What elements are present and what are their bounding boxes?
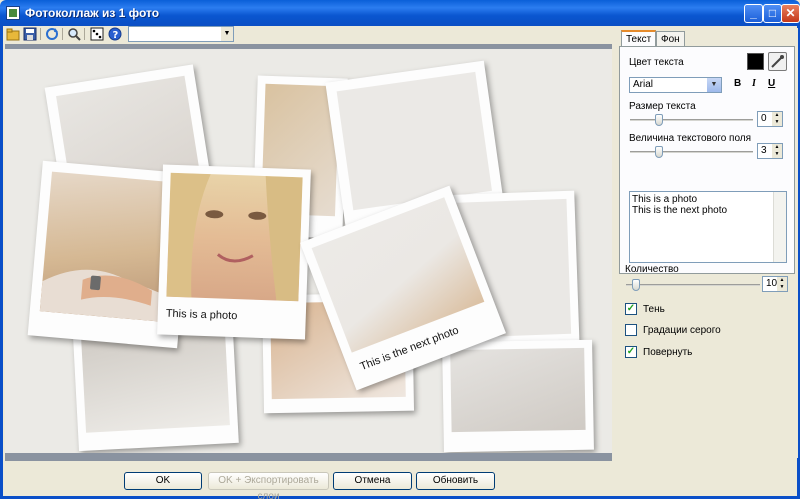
photo-face-image bbox=[166, 172, 303, 302]
photo bbox=[450, 347, 586, 433]
polaroid-frame[interactable]: This is a photo bbox=[157, 164, 311, 340]
caption-line: This is the next photo bbox=[632, 205, 728, 216]
button-bar: OK OK + Экспортировать слои Отмена Обнов… bbox=[3, 461, 797, 499]
toolbar-separator bbox=[84, 28, 85, 40]
rotate-label: Повернуть bbox=[643, 347, 693, 358]
size-slider-track[interactable] bbox=[630, 119, 753, 121]
underline-button[interactable]: U bbox=[768, 78, 775, 89]
spinner-arrows-icon[interactable]: ▲ ▼ bbox=[777, 277, 787, 291]
photo bbox=[166, 172, 303, 302]
toolbar-combo[interactable]: ▼ bbox=[128, 26, 234, 42]
size-value: 0 bbox=[761, 113, 767, 124]
spinner-arrows-icon[interactable]: ▲ ▼ bbox=[772, 144, 782, 158]
tab-text-body: Цвет текста Arial ▼ B I U Размер текста … bbox=[619, 46, 795, 274]
shadow-checkbox[interactable]: ✓ bbox=[625, 303, 637, 315]
field-slider-thumb[interactable] bbox=[655, 146, 663, 158]
window-frame-left bbox=[0, 26, 3, 499]
text-color-label: Цвет текста bbox=[629, 57, 684, 68]
caption-textarea[interactable]: This is a photo This is the next photo bbox=[629, 191, 787, 263]
title-bar[interactable]: Фотоколлаж из 1 фото _ □ ✕ bbox=[0, 0, 800, 26]
ok-export-button[interactable]: OK + Экспортировать слои bbox=[208, 472, 329, 499]
field-spinner[interactable]: 3 ▲ ▼ bbox=[757, 143, 783, 159]
toolbar-separator bbox=[62, 28, 63, 40]
count-slider-track[interactable] bbox=[626, 284, 760, 286]
count-label: Количество bbox=[625, 264, 679, 275]
grayscale-checkbox[interactable] bbox=[625, 324, 637, 336]
chevron-down-icon[interactable]: ▼ bbox=[707, 78, 721, 92]
count-spinner[interactable]: 10 ▲ ▼ bbox=[762, 276, 788, 292]
refresh-button[interactable]: Обновить bbox=[416, 472, 495, 490]
settings-panel: Текст Фон Цвет текста Arial ▼ B I U Разм… bbox=[616, 28, 798, 458]
field-value: 3 bbox=[761, 145, 767, 156]
close-button[interactable]: ✕ bbox=[781, 4, 800, 23]
field-size-label: Величина текстового поля bbox=[629, 133, 752, 144]
chevron-down-icon[interactable]: ▼ bbox=[221, 27, 233, 41]
size-slider-thumb[interactable] bbox=[655, 114, 663, 126]
toolbar: ? ▼ bbox=[3, 26, 615, 42]
canvas-bottom-strip bbox=[5, 453, 612, 461]
toolbar-separator bbox=[40, 28, 41, 40]
window-title: Фотоколлаж из 1 фото bbox=[25, 6, 160, 20]
color-picker-button[interactable] bbox=[768, 52, 787, 71]
tab-background[interactable]: Фон bbox=[656, 31, 685, 47]
count-slider-thumb[interactable] bbox=[632, 279, 640, 291]
dice-icon[interactable] bbox=[90, 27, 104, 41]
photo-caption: This is a photo bbox=[165, 307, 238, 323]
textarea-scrollbar[interactable] bbox=[773, 192, 786, 262]
collage-canvas[interactable]: This is a photo This is the next photo bbox=[5, 49, 612, 453]
save-icon[interactable] bbox=[23, 27, 37, 41]
field-slider-track[interactable] bbox=[630, 151, 753, 153]
size-label: Размер текста bbox=[629, 101, 696, 112]
eyedropper-icon bbox=[771, 55, 784, 68]
polaroid-frame[interactable] bbox=[442, 339, 594, 453]
minimize-button[interactable]: _ bbox=[744, 4, 763, 23]
svg-text:?: ? bbox=[113, 30, 119, 41]
shadow-label: Тень bbox=[643, 304, 665, 315]
font-select[interactable]: Arial ▼ bbox=[629, 77, 722, 93]
count-value: 10 bbox=[766, 278, 778, 289]
rotate-checkbox[interactable]: ✓ bbox=[625, 346, 637, 358]
grayscale-label: Градации серого bbox=[643, 325, 721, 336]
photo bbox=[336, 71, 492, 211]
spinner-arrows-icon[interactable]: ▲ ▼ bbox=[772, 112, 782, 126]
maximize-button[interactable]: □ bbox=[763, 4, 782, 23]
bold-button[interactable]: B bbox=[734, 78, 741, 89]
ok-button[interactable]: OK bbox=[124, 472, 202, 490]
font-select-value: Arial bbox=[633, 79, 654, 90]
size-spinner[interactable]: 0 ▲ ▼ bbox=[757, 111, 783, 127]
help-icon[interactable]: ? bbox=[108, 27, 122, 41]
caption-line: This is a photo bbox=[632, 194, 698, 205]
cancel-button[interactable]: Отмена bbox=[333, 472, 412, 490]
text-color-swatch[interactable] bbox=[747, 53, 764, 70]
app-icon bbox=[6, 6, 20, 20]
italic-button[interactable]: I bbox=[752, 78, 756, 89]
refresh-icon[interactable] bbox=[45, 27, 59, 41]
open-folder-icon[interactable] bbox=[6, 27, 20, 41]
zoom-icon[interactable] bbox=[67, 27, 81, 41]
